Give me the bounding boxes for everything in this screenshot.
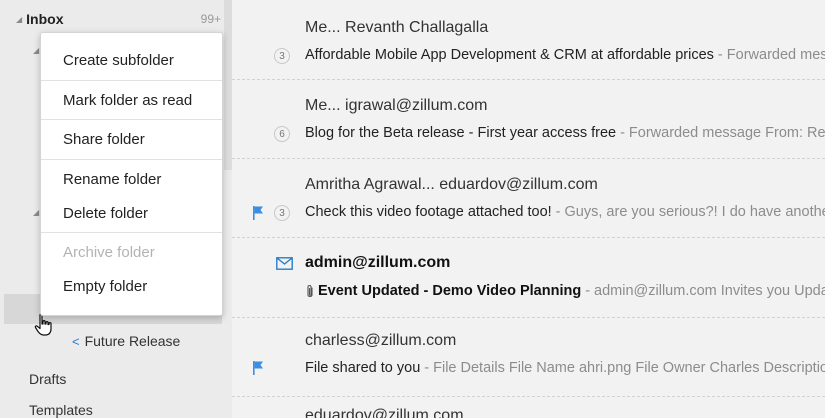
- folder-templates[interactable]: Templates: [29, 402, 93, 418]
- mail-row[interactable]: eduardov@zillum.com: [232, 397, 825, 418]
- mail-subject-line: Event Updated - Demo Video Planning - ad…: [305, 283, 825, 299]
- mail-row[interactable]: charless@zillum.com File shared to you -…: [232, 318, 825, 397]
- folder-context-menu: Create subfolder Mark folder as read Sha…: [40, 32, 223, 316]
- sidebar-scrollbar[interactable]: [224, 0, 232, 170]
- mail-preview: - Forwarded message From: Revanth: [620, 125, 825, 141]
- menu-item-rename-folder[interactable]: Rename folder: [63, 171, 161, 188]
- menu-item-archive-folder: Archive folder: [63, 244, 155, 261]
- unread-envelope-icon[interactable]: [276, 257, 293, 270]
- folder-future-release[interactable]: < Future Release: [72, 333, 180, 349]
- mail-subject: Blog for the Beta release - First year a…: [305, 125, 617, 141]
- mail-subject: Affordable Mobile App Development & CRM …: [305, 47, 714, 63]
- folder-inbox[interactable]: ◢ Inbox 99+: [16, 10, 221, 28]
- flag-icon[interactable]: [252, 361, 264, 375]
- menu-item-share-folder[interactable]: Share folder: [63, 131, 145, 148]
- shared-folder-icon: <: [72, 333, 80, 349]
- collapse-caret-icon[interactable]: ◢: [16, 15, 22, 24]
- mail-subject: Check this video footage attached too!: [305, 204, 552, 220]
- mail-subject: File shared to you: [305, 360, 421, 376]
- mail-subject-line: Blog for the Beta release - First year a…: [305, 125, 825, 141]
- mail-sender: charless@zillum.com: [305, 332, 457, 349]
- mail-sender: Me... Revanth Challagalla: [305, 19, 489, 36]
- mail-sender: eduardov@zillum.com: [305, 407, 464, 418]
- hand-cursor-icon: [34, 313, 52, 336]
- mail-subject-line: File shared to you - File Details File N…: [305, 360, 825, 376]
- menu-item-delete-folder[interactable]: Delete folder: [63, 205, 148, 222]
- mail-preview: - Forwarded message From:: [717, 47, 825, 63]
- menu-item-create-subfolder[interactable]: Create subfolder: [63, 52, 174, 69]
- mail-subject: Event Updated - Demo Video Planning: [318, 283, 582, 299]
- mail-row[interactable]: Me... Revanth Challagalla 3 Affordable M…: [232, 0, 825, 80]
- mail-subject-line: Check this video footage attached too! -…: [305, 204, 825, 220]
- subfolder-caret-icon[interactable]: ◢: [33, 208, 39, 217]
- thread-count-badge: 3: [274, 205, 290, 221]
- thread-count-badge: 6: [274, 126, 290, 142]
- menu-divider: [41, 119, 222, 120]
- unread-count-badge: 99+: [200, 12, 221, 26]
- mail-sender: admin@zillum.com: [305, 254, 451, 271]
- folder-future-release-label: Future Release: [84, 333, 181, 349]
- mail-subject-line: Affordable Mobile App Development & CRM …: [305, 47, 825, 63]
- menu-divider: [41, 159, 222, 160]
- thread-count-badge: 3: [274, 48, 290, 64]
- folder-drafts[interactable]: Drafts: [29, 371, 66, 387]
- mail-preview: - File Details File Name ahri.png File O…: [424, 360, 825, 376]
- flag-icon[interactable]: [252, 206, 264, 220]
- attachment-icon: [305, 284, 315, 299]
- mail-sender: Amritha Agrawal... eduardov@zillum.com: [305, 176, 598, 193]
- menu-item-mark-folder-as-read[interactable]: Mark folder as read: [63, 92, 192, 109]
- folder-inbox-label: Inbox: [26, 11, 64, 27]
- mail-row[interactable]: admin@zillum.com Event Updated - Demo Vi…: [232, 238, 825, 318]
- menu-divider: [41, 80, 222, 81]
- mail-row[interactable]: Amritha Agrawal... eduardov@zillum.com 3…: [232, 159, 825, 238]
- subfolder-caret-icon[interactable]: ◢: [33, 46, 39, 55]
- menu-item-empty-folder[interactable]: Empty folder: [63, 278, 147, 295]
- mail-preview: - admin@zillum.com Invites you Update: [585, 283, 825, 299]
- menu-divider: [41, 232, 222, 233]
- mail-row[interactable]: Me... igrawal@zillum.com 6 Blog for the …: [232, 80, 825, 159]
- mail-list: Me... Revanth Challagalla 3 Affordable M…: [232, 0, 825, 418]
- mail-sender: Me... igrawal@zillum.com: [305, 97, 488, 114]
- mail-preview: - Guys, are you serious?! I do have anot…: [555, 204, 825, 220]
